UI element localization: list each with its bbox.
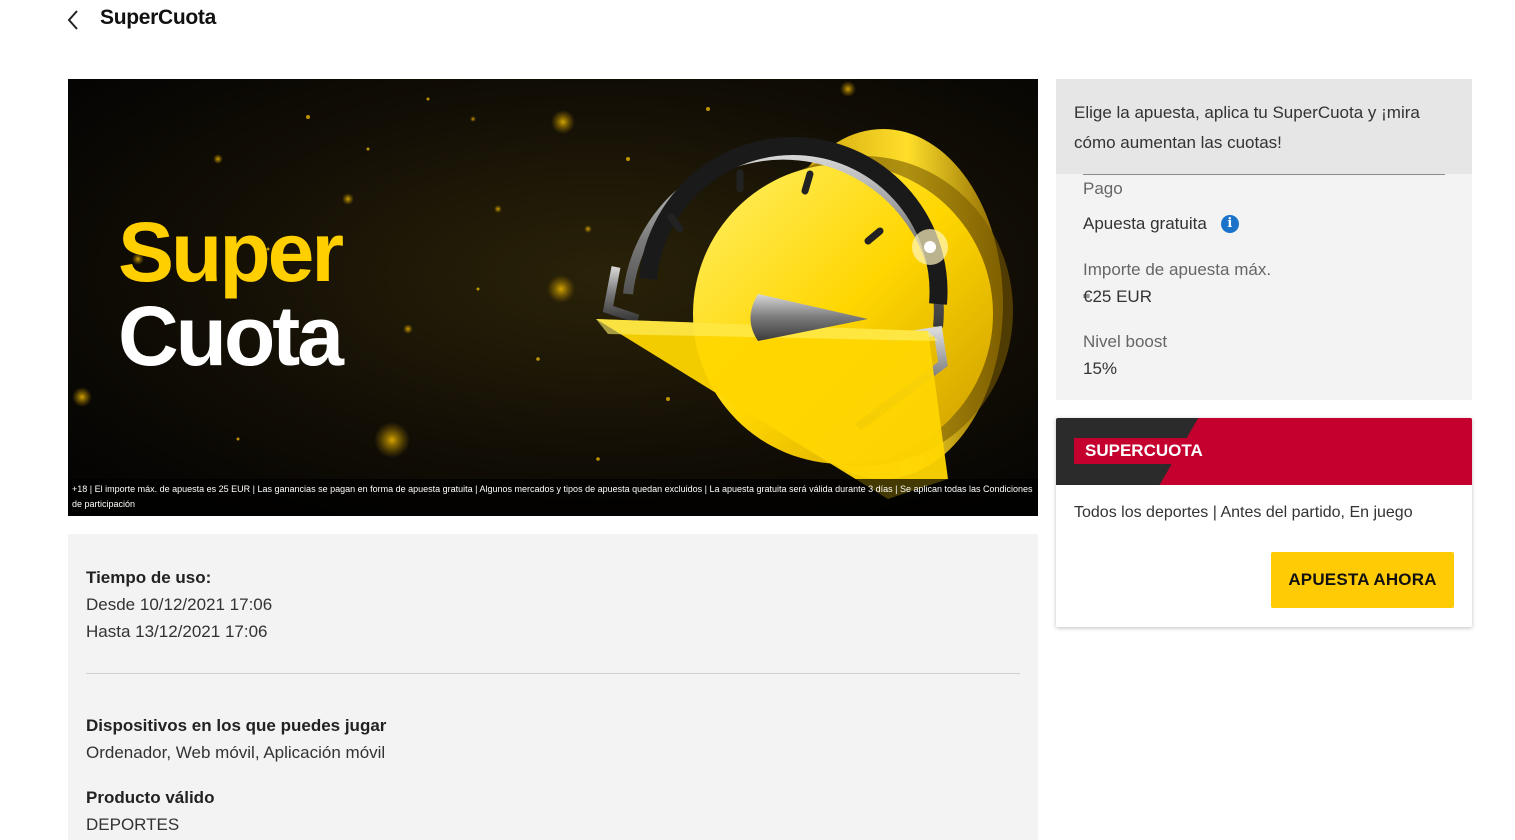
payment-value: Apuesta gratuita — [1083, 214, 1207, 233]
payment-value-row: Apuesta gratuita i — [1083, 213, 1445, 235]
info-icon[interactable]: i — [1220, 215, 1239, 233]
bet-now-button[interactable]: APUESTA AHORA — [1271, 552, 1454, 608]
banner-disclaimer: +18 | El importe máx. de apuesta es 25 E… — [68, 479, 1038, 516]
usage-label: Tiempo de uso: — [86, 568, 212, 587]
supercuota-promo-card: SUPERCUOTA Todos los deportes | Antes de… — [1056, 418, 1472, 627]
top-bar: SuperCuota — [0, 0, 1515, 40]
boost-label: Nivel boost — [1083, 332, 1168, 351]
promo-header: SUPERCUOTA — [1056, 418, 1472, 485]
product-value: DEPORTES — [86, 815, 180, 834]
product-label: Producto válido — [86, 788, 215, 807]
usage-from: Desde 10/12/2021 17:06 — [86, 595, 273, 614]
banner-artwork: Super Cuota — [68, 79, 1038, 516]
back-button[interactable] — [62, 6, 84, 34]
promo-description: Todos los deportes | Antes del partido, … — [1074, 504, 1413, 521]
boost-value: 15% — [1083, 359, 1118, 378]
devices-label: Dispositivos en los que puedes jugar — [86, 716, 387, 735]
logo-super: Super — [118, 205, 343, 299]
usage-to: Hasta 13/12/2021 17:06 — [86, 622, 268, 641]
chevron-left-icon — [67, 10, 78, 30]
max-stake-label: Importe de apuesta máx. — [1083, 260, 1272, 279]
devices-value: Ordenador, Web móvil, Aplicación móvil — [86, 743, 386, 762]
details-panel: Tiempo de uso: Desde 10/12/2021 17:06 Ha… — [68, 534, 1038, 840]
logo-cuota: Cuota — [118, 289, 345, 383]
promo-banner: Super Cuota +18 | El importe máx. de apu… — [68, 79, 1038, 516]
payment-label: Pago — [1083, 179, 1123, 198]
page-title: SuperCuota — [100, 6, 217, 29]
offer-info-card: Elige la apuesta, aplica tu SuperCuota y… — [1056, 79, 1472, 400]
promo-tag: SUPERCUOTA — [1074, 438, 1214, 464]
max-stake-value: €25 EUR — [1083, 287, 1152, 306]
offer-intro: Elige la apuesta, aplica tu SuperCuota y… — [1056, 79, 1472, 174]
divider — [86, 673, 1020, 674]
